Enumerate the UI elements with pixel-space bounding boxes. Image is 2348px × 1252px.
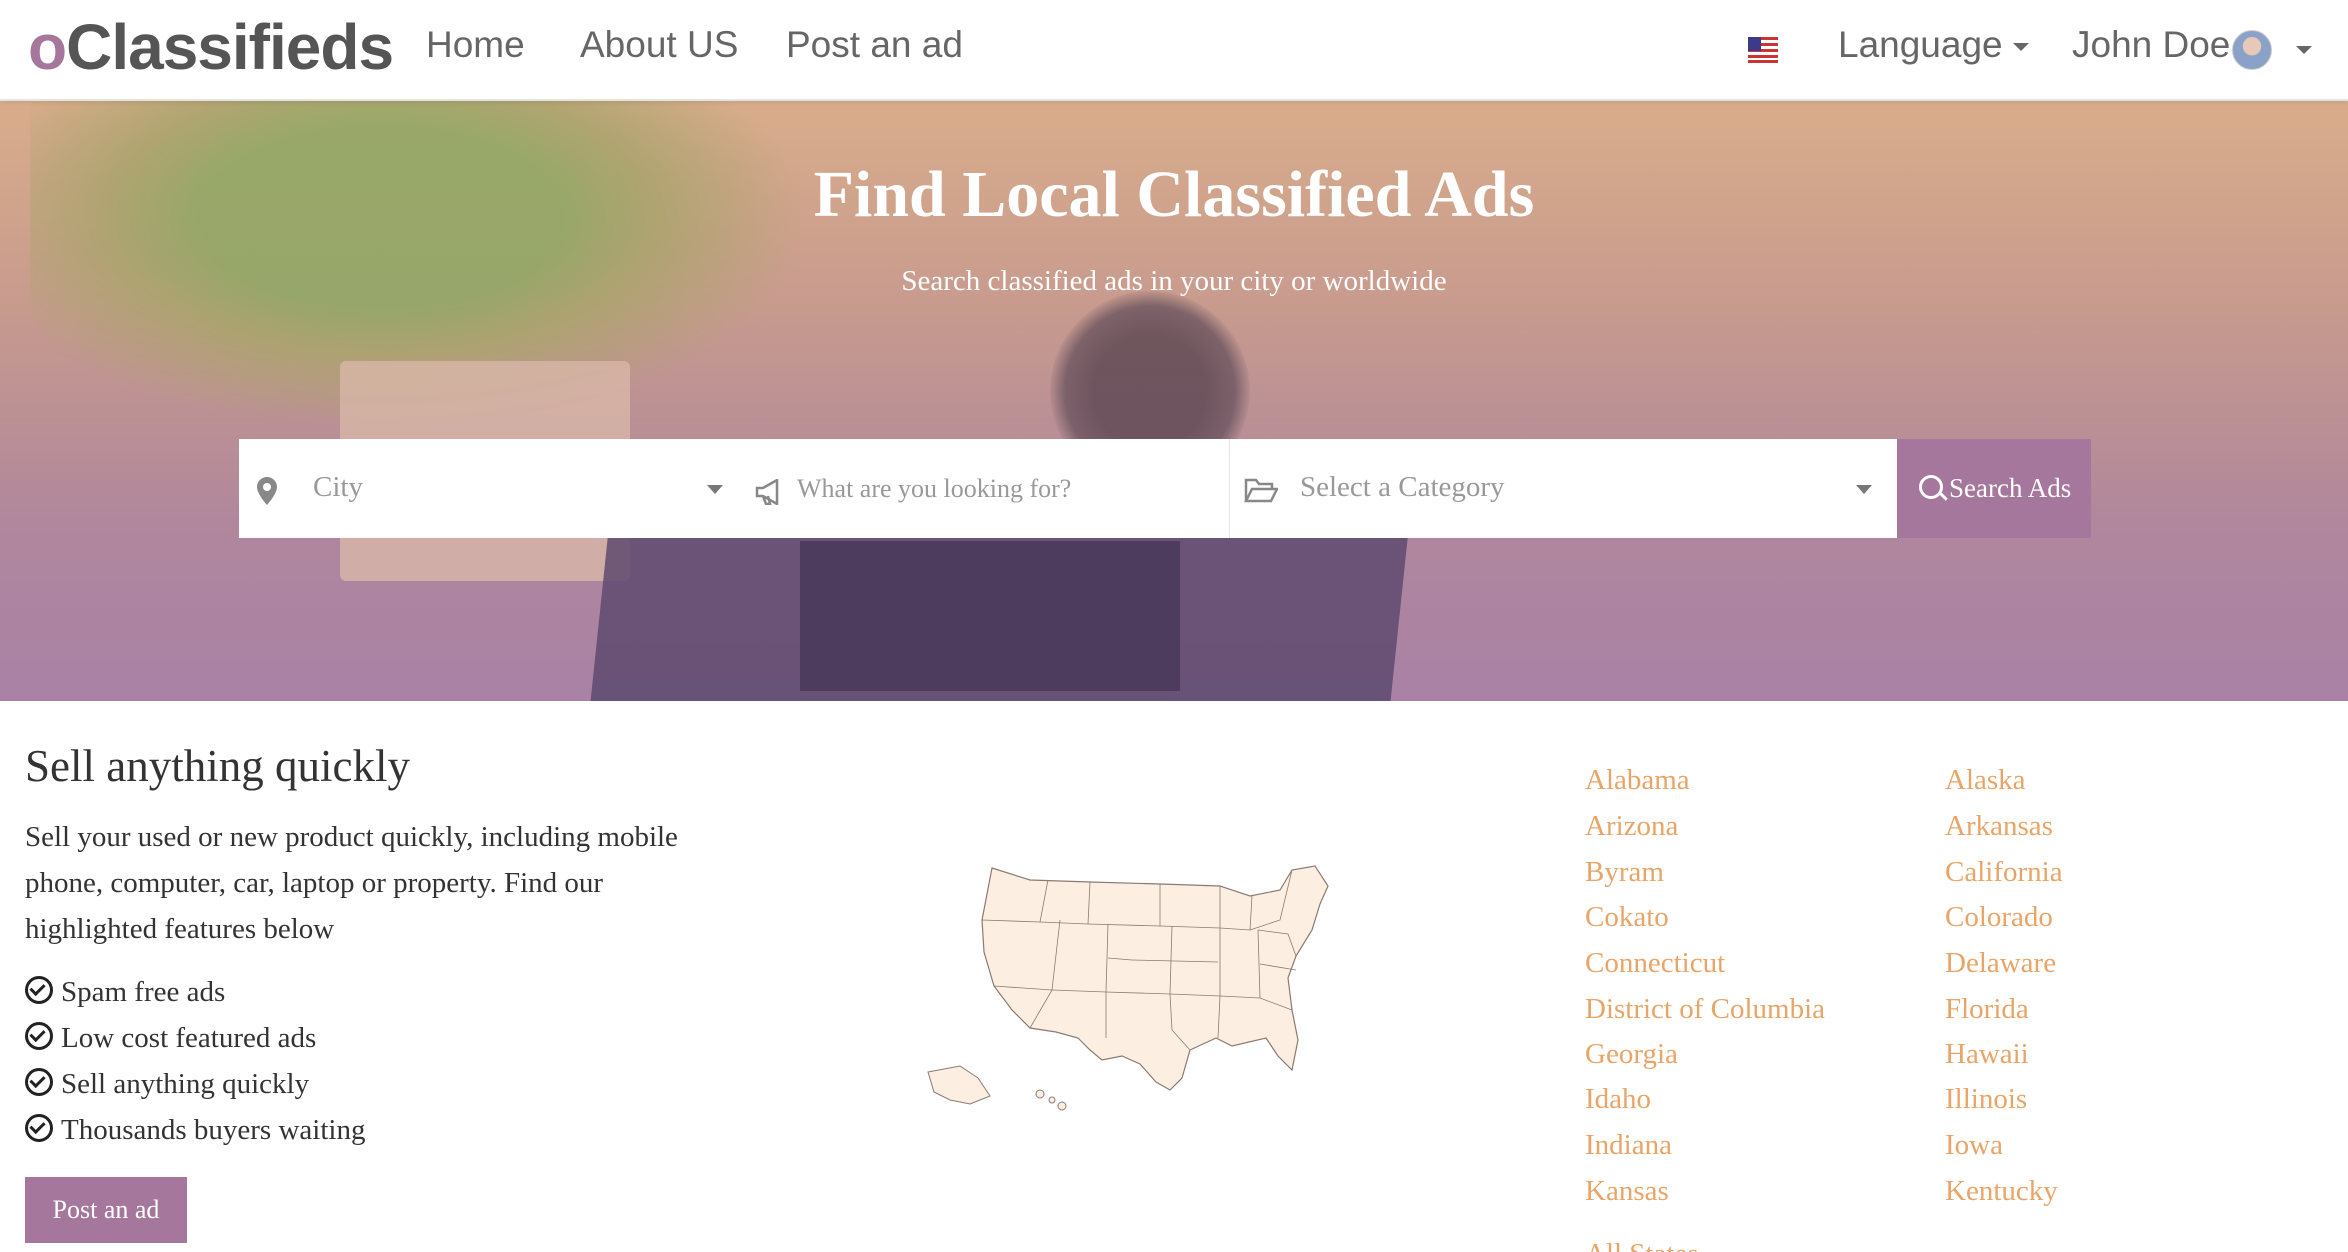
feature-item: Thousands buyers waiting — [25, 1114, 365, 1147]
search-icon — [1919, 475, 1943, 499]
all-states-link[interactable]: All States — [1585, 1238, 1699, 1252]
state-link[interactable]: Byram — [1585, 856, 1664, 889]
state-link[interactable]: Delaware — [1945, 947, 2056, 980]
check-circle-icon — [25, 1114, 53, 1142]
user-menu[interactable]: John Doe — [2072, 24, 2230, 66]
city-select[interactable]: City — [239, 439, 737, 538]
user-caret-down-icon[interactable] — [2296, 46, 2312, 54]
check-circle-icon — [25, 1068, 53, 1096]
language-label: Language — [1838, 24, 2003, 65]
state-link[interactable]: Arizona — [1585, 810, 1678, 843]
nav-home-link[interactable]: Home — [426, 24, 525, 66]
state-link[interactable]: District of Columbia — [1585, 993, 1825, 1026]
check-circle-icon — [25, 1022, 53, 1050]
feature-item: Sell anything quickly — [25, 1068, 309, 1101]
feature-item: Spam free ads — [25, 976, 225, 1009]
state-link[interactable]: California — [1945, 856, 2063, 889]
category-select[interactable]: Select a Category — [1229, 439, 1888, 538]
state-link[interactable]: Alaska — [1945, 764, 2026, 797]
state-link[interactable]: Iowa — [1945, 1129, 2003, 1162]
post-ad-button[interactable]: Post an ad — [25, 1177, 187, 1243]
check-circle-icon — [25, 976, 53, 1004]
state-link[interactable]: Georgia — [1585, 1038, 1678, 1071]
city-placeholder: City — [313, 471, 363, 503]
navbar: oClassifieds Home About US Post an ad La… — [0, 0, 2348, 101]
state-link[interactable]: Idaho — [1585, 1083, 1651, 1116]
folder-open-icon — [1244, 478, 1278, 503]
user-name: John Doe — [2072, 24, 2231, 65]
state-link[interactable]: Colorado — [1945, 901, 2053, 934]
megaphone-icon — [755, 479, 779, 505]
state-link[interactable]: Indiana — [1585, 1129, 1672, 1162]
hero-title: Find Local Classified Ads — [813, 158, 1535, 231]
city-dropdown-icon — [707, 485, 723, 494]
nav-post-ad-link[interactable]: Post an ad — [786, 24, 963, 66]
state-link[interactable]: Florida — [1945, 993, 2029, 1026]
usa-map[interactable] — [920, 860, 1410, 1130]
hero-subtitle: Search classified ads in your city or wo… — [901, 265, 1447, 297]
query-placeholder: What are you looking for? — [797, 474, 1072, 503]
state-link[interactable]: Illinois — [1945, 1083, 2027, 1116]
us-flag-icon[interactable] — [1748, 37, 1778, 63]
sell-description: Sell your used or new product quickly, i… — [25, 821, 678, 945]
state-link[interactable]: Hawaii — [1945, 1038, 2029, 1071]
state-link[interactable]: Cokato — [1585, 901, 1669, 934]
category-dropdown-icon — [1856, 485, 1872, 494]
language-dropdown[interactable]: Language — [1838, 24, 2029, 66]
state-link[interactable]: Kansas — [1585, 1175, 1669, 1208]
map-marker-icon — [257, 477, 277, 505]
hero-tablet-screen — [800, 541, 1180, 691]
query-input[interactable]: What are you looking for? — [755, 439, 1229, 538]
caret-down-icon — [2012, 43, 2029, 52]
feature-item: Low cost featured ads — [25, 1022, 316, 1055]
state-link[interactable]: Arkansas — [1945, 810, 2053, 843]
avatar[interactable] — [2232, 30, 2272, 70]
brand-logo[interactable]: oClassifieds — [28, 10, 394, 84]
nav-about-link[interactable]: About US — [580, 24, 738, 66]
state-link[interactable]: Kentucky — [1945, 1175, 2058, 1208]
search-bar: City What are you looking for? Select a … — [239, 439, 2091, 538]
search-ads-button[interactable]: Search Ads — [1897, 439, 2091, 538]
sell-heading: Sell anything quickly — [25, 741, 410, 791]
state-link[interactable]: Alabama — [1585, 764, 1690, 797]
category-placeholder: Select a Category — [1300, 471, 1505, 503]
state-link[interactable]: Connecticut — [1585, 947, 1725, 980]
